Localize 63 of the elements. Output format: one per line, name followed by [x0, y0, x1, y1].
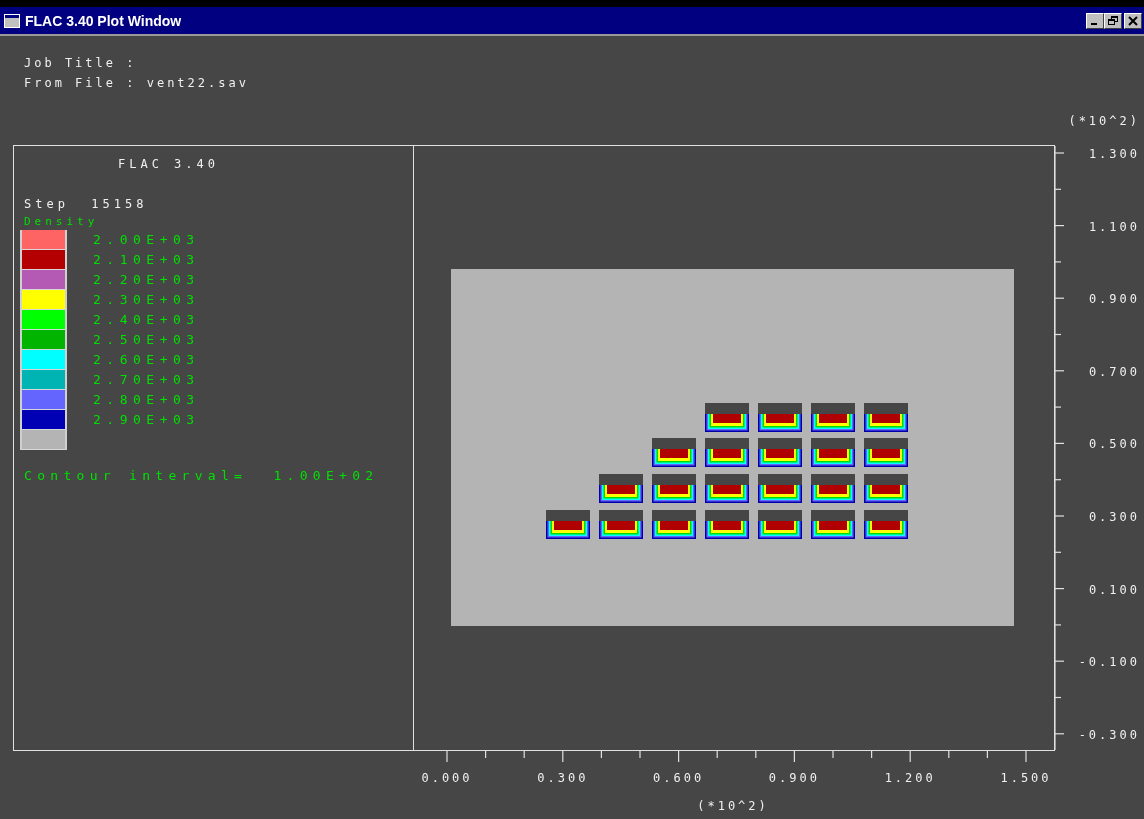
excavation-contour-drawing	[811, 438, 855, 467]
axis-tick-label: 1.300	[1088, 147, 1140, 161]
source-file-label: From File : vent22.sav	[24, 75, 250, 92]
excavation-contour-drawing	[652, 474, 696, 503]
excavation-contour-drawing	[599, 510, 643, 539]
axis-tick-label: 0.600	[653, 771, 705, 785]
excavation-contour-drawing	[705, 438, 749, 467]
contour-value: 2.80E+03	[93, 391, 200, 409]
axis-tick-label: 0.900	[768, 771, 820, 785]
legend-title: FLAC 3.40	[117, 156, 221, 173]
contour-value: 2.00E+03	[93, 231, 200, 249]
excavation-contour-drawing	[652, 438, 696, 467]
close-icon	[1128, 15, 1138, 26]
contour-value: 2.70E+03	[93, 371, 200, 389]
axis-tick-label: -0.300	[1078, 727, 1140, 742]
contour-value: 2.10E+03	[93, 251, 200, 269]
excavation-contour-drawing	[705, 474, 749, 503]
excavation-contour-drawing	[705, 510, 749, 539]
contour-value: 2.60E+03	[93, 351, 200, 369]
axis-scale-label: (*10^2)	[1068, 114, 1140, 128]
close-button[interactable]	[1124, 12, 1142, 29]
contour-value: 2.90E+03	[93, 411, 200, 429]
axis-tick-label: 0.500	[1088, 437, 1140, 452]
axis-tick-label: 0.900	[1088, 292, 1140, 307]
axis-tick-label: 0.100	[1088, 582, 1140, 597]
contour-value: 2.40E+03	[93, 311, 200, 329]
contour-value: 2.30E+03	[93, 291, 200, 309]
axis-tick-label: -0.100	[1078, 655, 1140, 670]
excavation-contour-drawing	[599, 474, 643, 503]
contour-interval-label: Contour interval= 1.00E+02	[24, 468, 380, 483]
contour-value: 2.20E+03	[93, 271, 200, 289]
excavation-contour-drawing	[758, 474, 802, 503]
minimize-icon	[1090, 23, 1097, 25]
excavation-contour-drawing	[864, 474, 908, 503]
excavation-contour-drawing	[758, 438, 802, 467]
excavation-contour-drawing	[811, 474, 855, 503]
restore-icon	[1108, 15, 1118, 26]
job-title-label: Job Title :	[24, 55, 138, 72]
axis-tick-label: 0.300	[537, 771, 589, 785]
axis-tick-label: 0.000	[421, 771, 473, 785]
excavation-contour-drawing	[811, 403, 855, 432]
window-title: FLAC 3.40 Plot Window	[25, 12, 182, 29]
step-label: Step 15158	[24, 196, 149, 213]
excavation-contour-drawing	[864, 403, 908, 432]
excavation-contour-drawing	[652, 510, 696, 539]
excavation-contour-drawing	[811, 510, 855, 539]
excavation-contour-drawing	[864, 438, 908, 467]
axis-tick-label: 1.500	[1000, 771, 1052, 785]
axis-tick-label: 0.300	[1088, 510, 1140, 524]
quantity-label: Density	[24, 214, 100, 230]
axis-tick-label: 1.200	[884, 771, 936, 785]
window-icon	[4, 13, 20, 28]
contour-value: 2.50E+03	[93, 331, 200, 349]
excavation-contour-drawing	[758, 510, 802, 539]
restore-button[interactable]	[1104, 12, 1122, 29]
excavation-contour-drawing	[758, 403, 802, 432]
excavation-contour-drawing	[705, 403, 749, 432]
axis-tick-label: 1.100	[1088, 219, 1140, 234]
excavation-contour-drawing	[546, 510, 590, 539]
axis-tick-label: 0.700	[1088, 364, 1140, 379]
minimize-button[interactable]	[1086, 12, 1104, 29]
axis-scale-label: (*10^2)	[697, 799, 769, 813]
excavation-contour-drawing	[864, 510, 908, 539]
